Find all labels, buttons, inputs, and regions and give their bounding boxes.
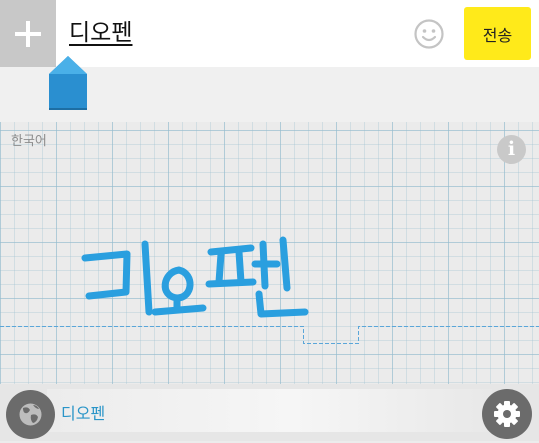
globe-icon — [19, 403, 42, 426]
cursor-handle[interactable] — [49, 56, 87, 110]
settings-button[interactable] — [482, 389, 532, 439]
info-icon: i — [507, 138, 516, 160]
gear-icon — [494, 401, 520, 427]
compose-field[interactable]: 디오펜 — [69, 18, 132, 48]
language-button[interactable] — [6, 390, 55, 439]
smiley-icon — [414, 19, 444, 49]
send-button[interactable]: 전송 — [464, 7, 531, 60]
writing-baseline — [0, 326, 539, 344]
add-button[interactable] — [0, 0, 56, 67]
input-language-label: 한국어 — [11, 134, 47, 149]
emoji-button[interactable] — [414, 19, 444, 49]
info-button[interactable]: i — [497, 135, 526, 164]
suggestion-bar — [47, 389, 492, 432]
suggestion-item[interactable]: 디오펜 — [61, 400, 105, 424]
